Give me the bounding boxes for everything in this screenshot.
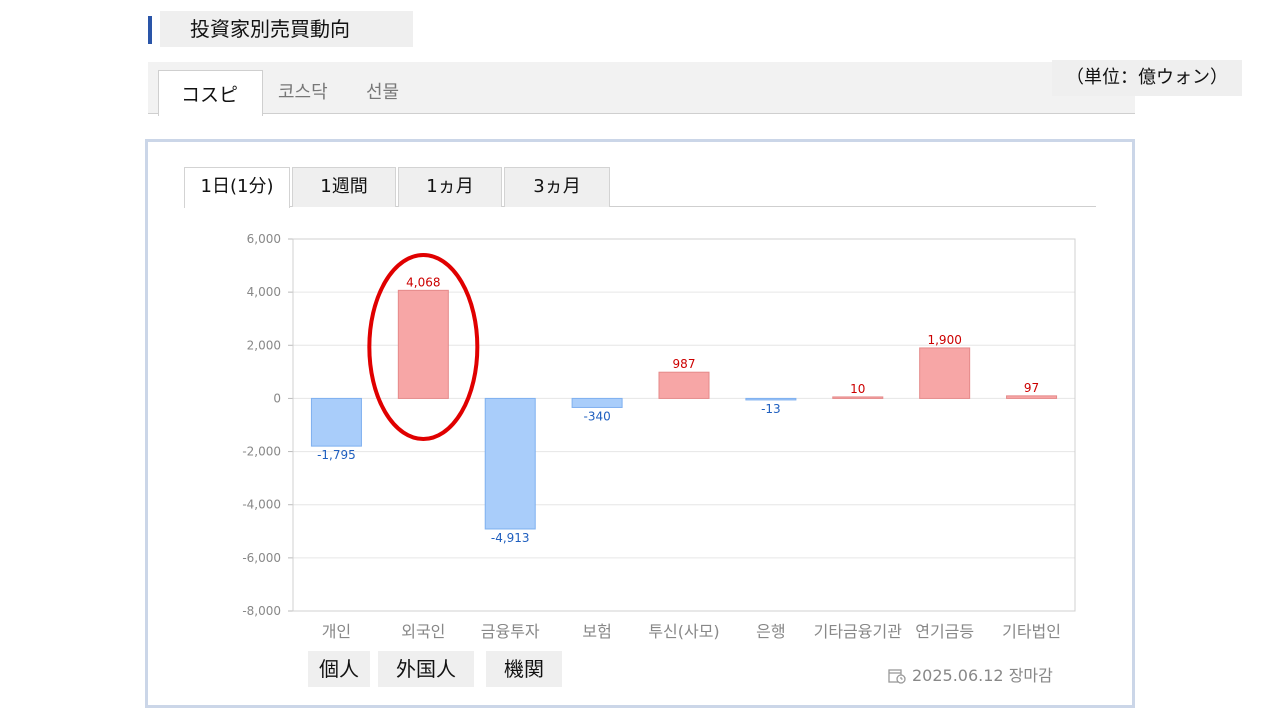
investor-bar-chart: 6,000 4,000 2,000 0 -2,000 -4,000 -6,000 -8,000… xyxy=(242,232,1076,641)
title-accent-bar xyxy=(148,16,152,44)
y-tick-label: 0 xyxy=(273,391,281,405)
data-label: 4,068 xyxy=(406,275,440,289)
footer-date: 2025.06.12 장마감 xyxy=(888,662,1053,686)
x-tick-label: 투신(사모) xyxy=(648,622,719,641)
y-tick-label: -8,000 xyxy=(242,604,281,618)
page-title: 投資家別売買動向 xyxy=(160,11,413,47)
x-tick-label: 기타금융기관 xyxy=(814,622,903,641)
highlight-individual: 個人 xyxy=(308,651,370,687)
data-label: -1,795 xyxy=(317,448,356,462)
bar xyxy=(484,397,536,530)
data-label: 987 xyxy=(673,357,696,371)
unit-label: （単位：億ウォン） xyxy=(1052,60,1242,96)
x-tick-label: 외국인 xyxy=(401,622,445,641)
data-label: -4,913 xyxy=(491,531,530,545)
bar xyxy=(658,371,710,399)
y-tick-label: 6,000 xyxy=(247,232,281,246)
bar xyxy=(310,397,362,447)
x-tick-label: 개인 xyxy=(322,622,351,641)
highlight-institution: 機関 xyxy=(486,651,562,687)
data-label: 10 xyxy=(850,382,865,396)
y-tick-label: 4,000 xyxy=(247,285,281,299)
data-label: 1,900 xyxy=(927,333,961,347)
x-tick-label: 기타법인 xyxy=(1002,622,1061,641)
footer-date-text: 2025.06.12 장마감 xyxy=(912,666,1053,685)
x-tick-label: 연기금등 xyxy=(915,622,974,641)
data-label: -13 xyxy=(761,402,781,416)
data-label: 97 xyxy=(1024,381,1039,395)
bar xyxy=(1006,395,1058,399)
highlight-foreign: 外国人 xyxy=(378,651,474,687)
x-tick-label: 금융투자 xyxy=(481,622,540,641)
chart-panel: 1日(1分) 1週間 1ヵ月 3ヵ月 6,000 4,000 2,000 0 -2,00… xyxy=(145,139,1135,708)
x-tick-label: 은행 xyxy=(756,622,785,641)
market-tab-strip: コスピ 코스닥 선물 xyxy=(148,62,1135,116)
tab-kospi[interactable]: コスピ xyxy=(158,70,263,116)
bar xyxy=(571,397,623,408)
x-tick-label: 보험 xyxy=(582,622,611,641)
y-tick-label: 2,000 xyxy=(247,338,281,352)
tab-kosdaq[interactable]: 코스닥 xyxy=(278,78,328,104)
bar xyxy=(919,347,971,399)
y-tick-label: -6,000 xyxy=(242,551,281,565)
bar xyxy=(832,396,884,399)
tab-futures[interactable]: 선물 xyxy=(366,78,399,104)
calendar-clock-icon xyxy=(888,669,906,684)
bar xyxy=(397,289,449,399)
data-label: -340 xyxy=(583,409,610,423)
y-tick-label: -2,000 xyxy=(242,445,281,459)
y-tick-label: -4,000 xyxy=(242,498,281,512)
bar xyxy=(745,397,797,401)
